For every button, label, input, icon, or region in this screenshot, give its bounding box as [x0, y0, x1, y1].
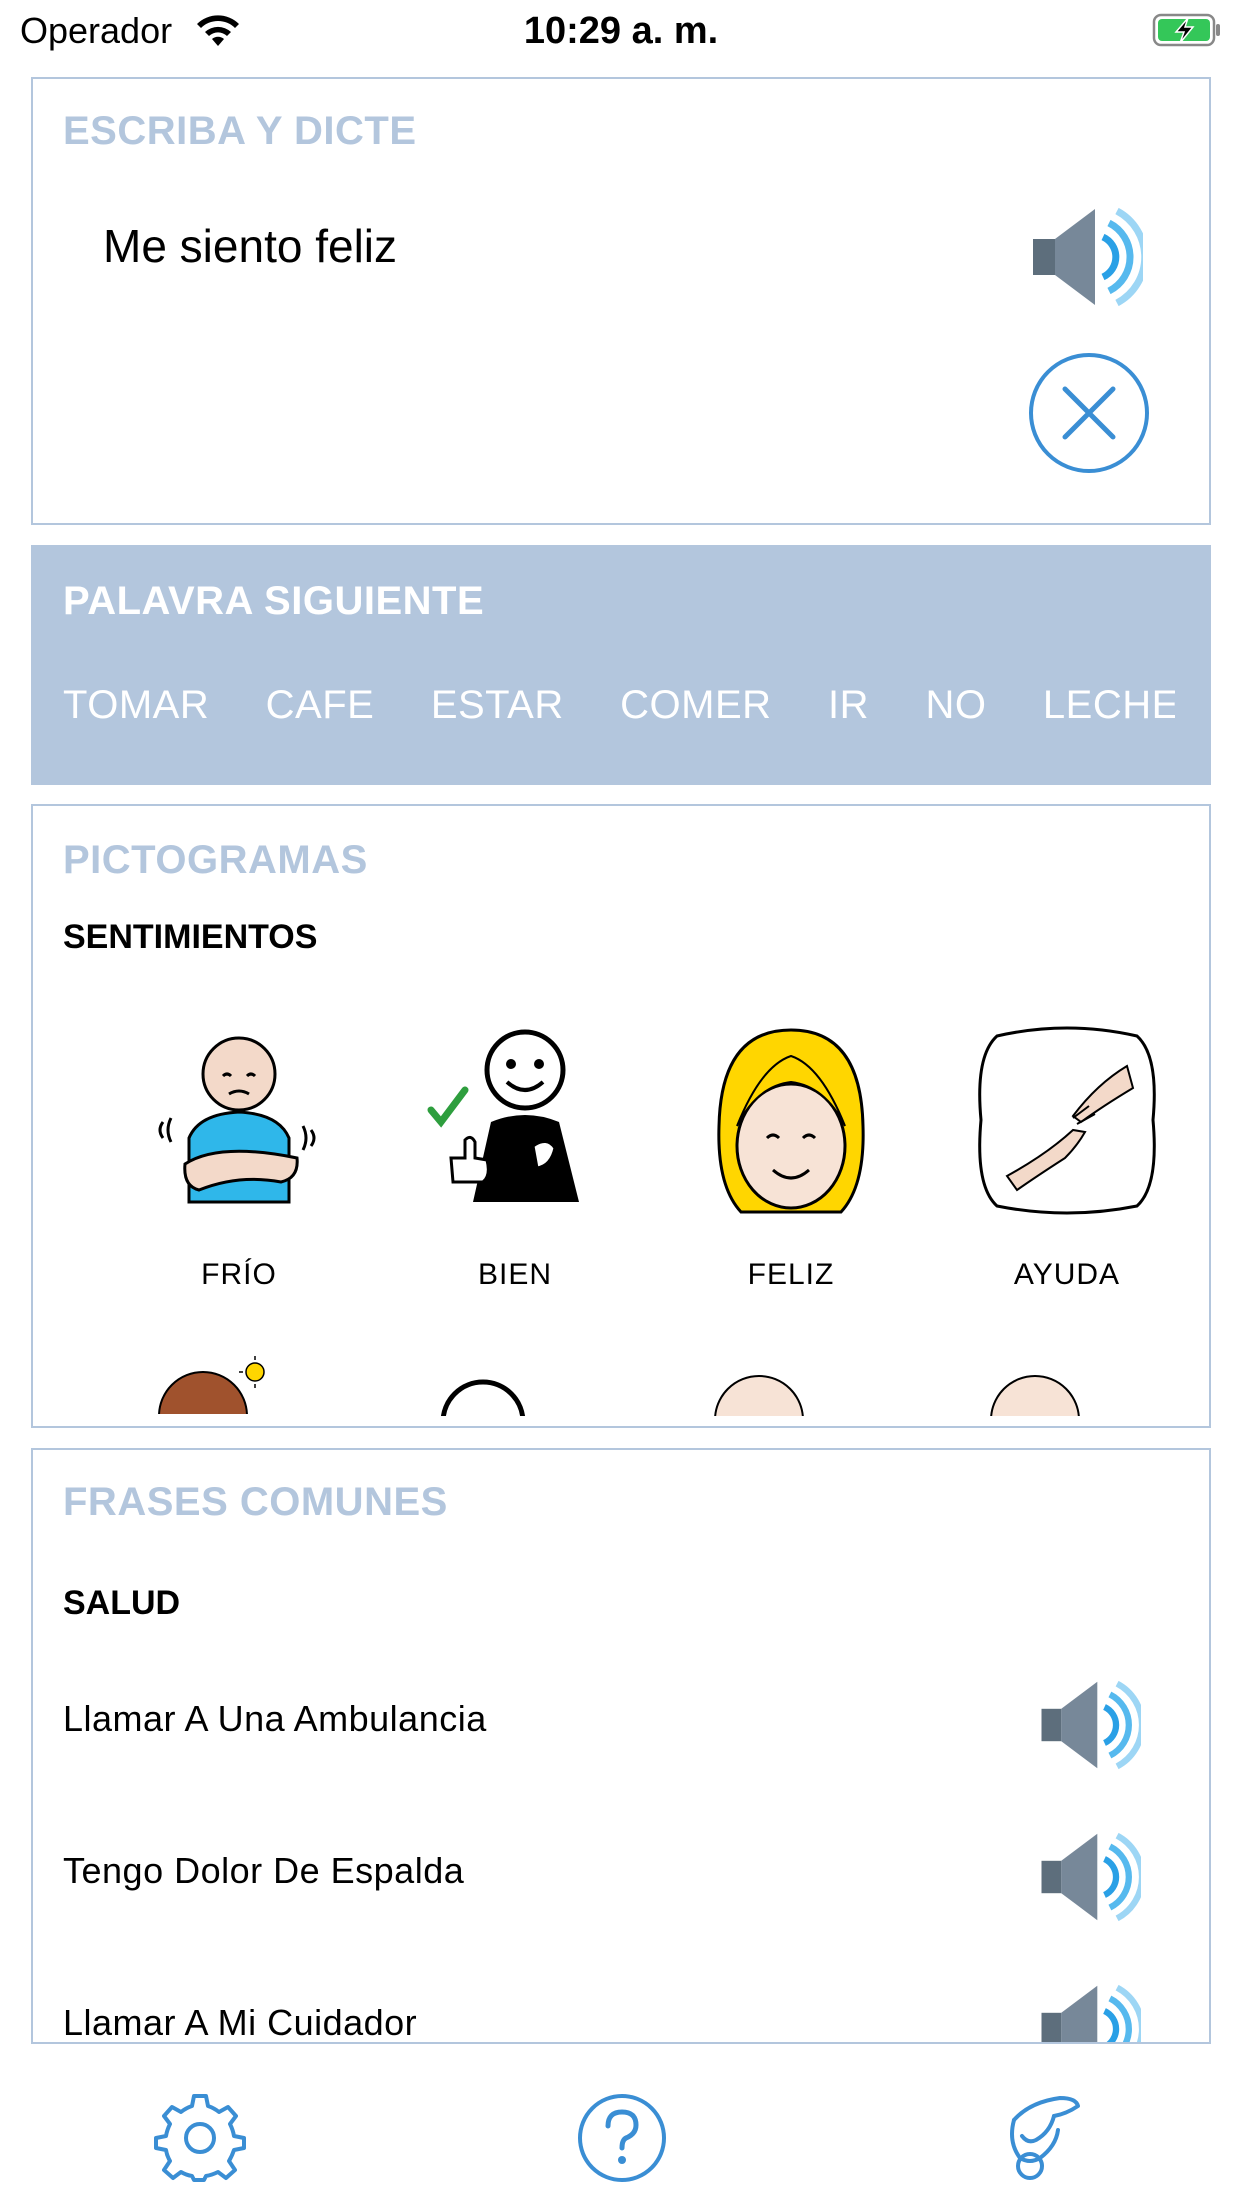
dictate-title: ESCRIBA Y DICTE — [63, 109, 417, 153]
word-suggestion[interactable]: IR — [828, 683, 869, 728]
pictogram-label: AYUDA — [1013, 1258, 1121, 1291]
pictogram-label: FELIZ — [747, 1258, 835, 1291]
speaker-icon[interactable] — [1041, 1984, 1146, 2042]
pictograms-panel: PICTOGRAMAS SENTIMIENTOS FRÍO BIEN FELIZ… — [31, 804, 1211, 1428]
gear-icon[interactable] — [154, 2092, 246, 2184]
dictate-text-field[interactable]: Me siento feliz — [103, 219, 397, 273]
phrase-category: SALUD — [63, 1584, 181, 1622]
cold-person-icon — [158, 1036, 316, 1204]
pictogram-partial[interactable] — [709, 1372, 809, 1426]
clock: 10:29 a. m. — [523, 10, 719, 52]
speaker-icon[interactable] — [1041, 1832, 1146, 1927]
speaker-icon[interactable] — [1041, 1680, 1146, 1775]
thumbs-up-person-icon — [427, 1029, 579, 1202]
word-suggestion[interactable]: CAFE — [266, 683, 375, 728]
pictogram-category: SENTIMIENTOS — [63, 918, 318, 956]
pictogram-ayuda[interactable]: AYUDA — [937, 1026, 1197, 1292]
dictate-panel: ESCRIBA Y DICTE Me siento feliz — [31, 77, 1211, 525]
pictogram-bien[interactable]: BIEN — [385, 1026, 645, 1292]
pictogram-partial[interactable] — [985, 1372, 1085, 1426]
speaker-icon[interactable] — [1033, 207, 1149, 312]
happy-face-icon — [717, 1028, 865, 1214]
pictograms-title: PICTOGRAMAS — [63, 838, 368, 882]
pictogram-label: FRÍO — [201, 1258, 277, 1291]
next-word-title: PALAVRA SIGUIENTE — [63, 579, 485, 623]
phrase-row[interactable]: Tengo Dolor De Espalda — [33, 1822, 1209, 1922]
battery-charging-icon — [1152, 12, 1224, 53]
helping-hands-icon — [978, 1026, 1156, 1215]
status-bar: Operador 10:29 a. m. — [0, 0, 1242, 64]
phrase-row[interactable]: Llamar A Una Ambulancia — [33, 1670, 1209, 1770]
pictogram-label: BIEN — [477, 1258, 553, 1291]
word-suggestion[interactable]: COMER — [620, 683, 771, 728]
bottom-toolbar — [0, 2070, 1242, 2208]
word-suggestion[interactable]: LECHE — [1043, 683, 1175, 728]
next-word-panel: PALAVRA SIGUIENTE TOMAR CAFE ESTAR COMER… — [31, 545, 1211, 785]
phrase-text: Llamar A Una Ambulancia — [63, 1698, 487, 1739]
word-suggestion[interactable]: NO — [925, 683, 986, 728]
pictogram-partial[interactable] — [433, 1366, 533, 1426]
common-phrases-panel: FRASES COMUNES SALUD Llamar A Una Ambula… — [31, 1448, 1211, 2044]
word-suggestions: TOMAR CAFE ESTAR COMER IR NO LECHE D — [63, 683, 1175, 739]
word-suggestion[interactable]: TOMAR — [63, 683, 209, 728]
pictogram-partial[interactable] — [157, 1354, 271, 1426]
phrase-text: Llamar A Mi Cuidador — [63, 2002, 418, 2043]
phrase-text: Tengo Dolor De Espalda — [63, 1850, 465, 1891]
clear-circle-icon[interactable] — [1027, 351, 1151, 480]
pictogram-feliz[interactable]: FELIZ — [661, 1026, 921, 1292]
phrase-row[interactable]: Llamar A Mi Cuidador — [33, 1974, 1209, 2043]
hand-sign-icon[interactable] — [1000, 2092, 1092, 2184]
word-suggestion[interactable]: ESTAR — [431, 683, 564, 728]
pictogram-frio[interactable]: FRÍO — [109, 1026, 369, 1292]
phrases-title: FRASES COMUNES — [63, 1480, 448, 1524]
help-icon[interactable] — [576, 2092, 668, 2184]
